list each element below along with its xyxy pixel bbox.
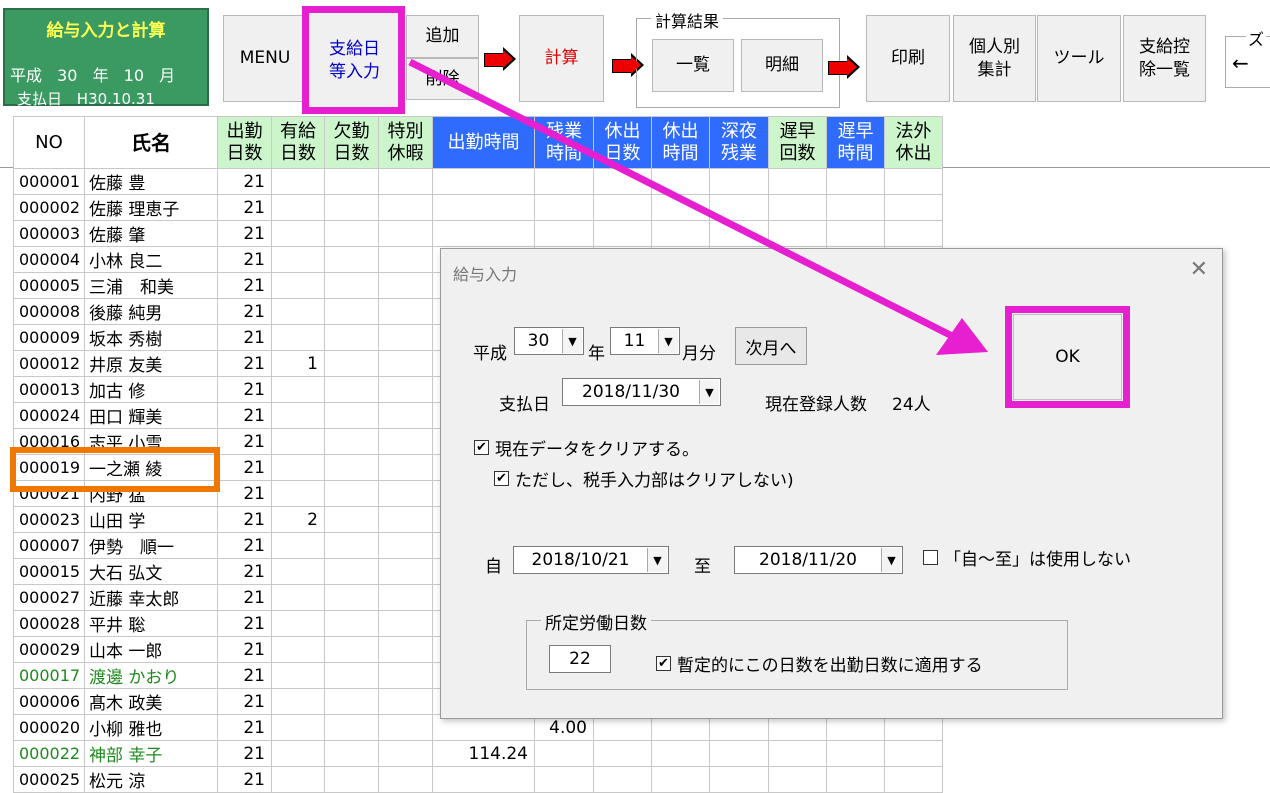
annotation-arrow-line <box>408 58 962 344</box>
annotation-arrow-icon <box>408 58 988 355</box>
annotation-arrow-head <box>936 318 988 355</box>
